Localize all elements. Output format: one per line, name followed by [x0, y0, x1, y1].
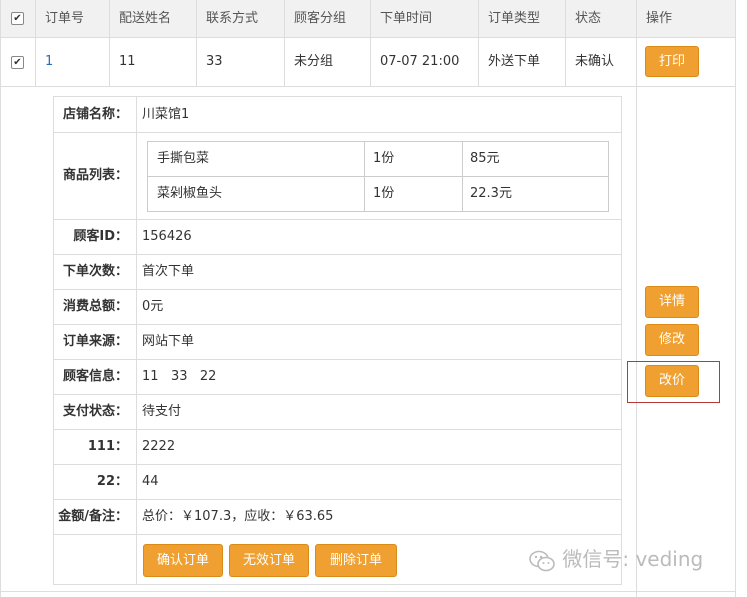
- divider: [0, 0, 1, 597]
- custom-field-111-label: 111：: [87, 439, 128, 454]
- header-time: 下单时间: [380, 11, 433, 26]
- divider: [54, 359, 621, 360]
- custom-field-22-value: 44: [142, 474, 159, 489]
- total-spent-label: 消费总额：: [62, 299, 128, 314]
- divider: [54, 429, 621, 430]
- wechat-watermark: 微信号: veding: [528, 542, 703, 576]
- wechat-icon: [528, 549, 556, 573]
- divider: [54, 464, 621, 465]
- amount-value: 总价：￥107.3，应收：￥63.65: [142, 509, 334, 524]
- header-name: 配送姓名: [119, 11, 172, 26]
- item-price: 22.3元: [470, 186, 512, 201]
- divider: [54, 534, 621, 535]
- item-qty: 1份: [373, 186, 395, 201]
- header-type: 订单类型: [488, 11, 541, 26]
- order-source-value: 网站下单: [142, 334, 195, 349]
- amount-label: 金额/备注：: [58, 509, 128, 524]
- divider: [54, 499, 621, 500]
- row-checkbox[interactable]: ✔: [11, 56, 24, 69]
- custom-field-22-label: 22：: [96, 474, 128, 489]
- order-count-label: 下单次数：: [62, 264, 128, 279]
- items-table: 手撕包菜 1份 85元 菜剁椒鱼头 1份 22.3元: [147, 141, 609, 212]
- customer-group: 未分组: [294, 54, 334, 69]
- divider: [54, 219, 621, 220]
- edit-button[interactable]: 修改: [645, 324, 699, 356]
- item-name: 菜剁椒鱼头: [157, 186, 223, 201]
- order-detail-panel: 店铺名称： 川菜馆1 商品列表： 手撕包菜 1份 85元 菜剁椒鱼头 1份 22…: [53, 96, 622, 585]
- item-name: 手撕包菜: [157, 151, 210, 166]
- customer-id-label: 顾客ID：: [73, 229, 128, 244]
- order-source-label: 订单来源：: [62, 334, 128, 349]
- items-label: 商品列表：: [62, 168, 128, 183]
- divider: [54, 394, 621, 395]
- divider: [462, 142, 463, 211]
- customer-name: 11: [119, 54, 136, 69]
- header-status: 状态: [575, 11, 602, 26]
- item-price: 85元: [470, 151, 500, 166]
- divider: [0, 86, 736, 87]
- shop-label: 店铺名称：: [62, 107, 128, 122]
- shop-value: 川菜馆1: [142, 107, 190, 122]
- header-order-no: 订单号: [45, 11, 85, 26]
- invalidate-order-button[interactable]: 无效订单: [229, 544, 309, 577]
- divider: [54, 254, 621, 255]
- reprice-button[interactable]: 改价: [645, 365, 699, 397]
- custom-field-111-value: 2222: [142, 439, 176, 454]
- order-status: 未确认: [575, 54, 615, 69]
- order-type: 外送下单: [488, 54, 541, 69]
- header-group: 顾客分组: [294, 11, 347, 26]
- item-qty: 1份: [373, 151, 395, 166]
- order-number-link[interactable]: 1: [36, 38, 53, 86]
- divider: [735, 0, 736, 597]
- customer-id-value: 156426: [142, 229, 192, 244]
- order-count-value: 首次下单: [142, 264, 195, 279]
- divider: [364, 142, 365, 211]
- watermark-text: 微信号: veding: [562, 547, 704, 571]
- pay-status-value: 待支付: [142, 404, 182, 419]
- pay-status-label: 支付状态：: [62, 404, 128, 419]
- total-spent-value: 0元: [142, 299, 164, 314]
- delete-order-button[interactable]: 删除订单: [315, 544, 397, 577]
- customer-info-label: 顾客信息：: [62, 369, 128, 384]
- select-all-checkbox[interactable]: ✔: [11, 12, 24, 25]
- print-button[interactable]: 打印: [645, 46, 699, 77]
- divider: [54, 324, 621, 325]
- confirm-order-button[interactable]: 确认订单: [143, 544, 223, 577]
- order-time: 07-07 21:00: [380, 54, 460, 69]
- divider: [136, 97, 137, 584]
- header-contact: 联系方式: [206, 11, 259, 26]
- header-actions: 操作: [646, 11, 673, 26]
- divider: [0, 591, 736, 592]
- detail-button[interactable]: 详情: [645, 286, 699, 318]
- customer-info-value: 11 33 22: [142, 369, 217, 384]
- divider: [54, 289, 621, 290]
- divider: [54, 132, 621, 133]
- contact: 33: [206, 54, 223, 69]
- divider: [636, 0, 637, 597]
